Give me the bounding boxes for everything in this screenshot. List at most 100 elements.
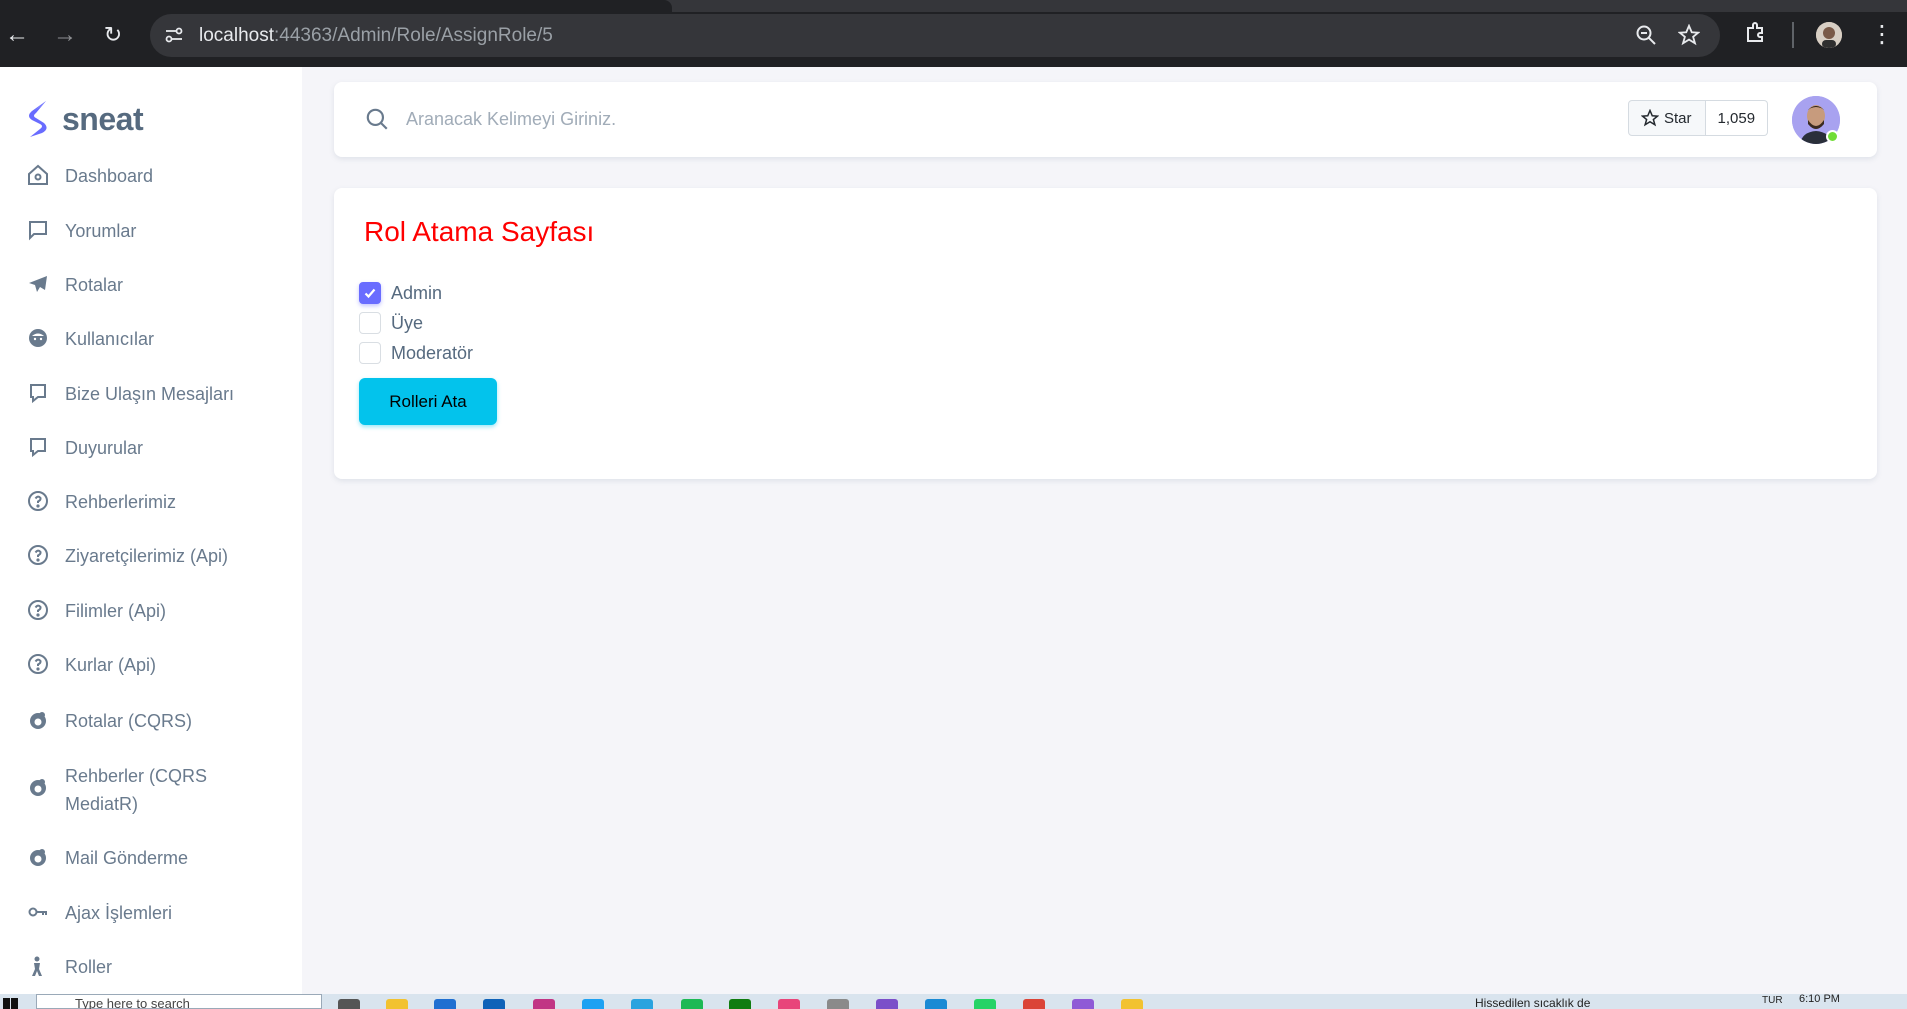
assign-roles-button[interactable]: Rolleri Ata (359, 378, 497, 425)
brand[interactable]: sneat (24, 99, 144, 139)
chrome-icon[interactable] (1023, 999, 1045, 1009)
help-circle-icon (28, 545, 48, 565)
key-icon (28, 907, 47, 917)
tab-strip (0, 0, 1907, 12)
app-icon[interactable] (778, 999, 800, 1009)
role-checkbox-uye[interactable] (359, 312, 381, 334)
help-circle-icon (28, 654, 48, 674)
notes-icon[interactable] (827, 999, 849, 1009)
sidebar-item-label: Roller (65, 957, 113, 977)
search-icon (366, 108, 388, 130)
visual-studio-icon[interactable] (876, 999, 898, 1009)
weather-widget[interactable]: Hissedilen sıcaklık de (1475, 996, 1590, 1009)
app-icon[interactable] (1121, 999, 1143, 1009)
assign-role-card: Rol Atama Sayfası Admin Üye Moderatör Ro… (334, 188, 1877, 479)
taskbar-search-placeholder: Type here to search (75, 996, 190, 1009)
github-star-widget: Star 1,059 (1628, 100, 1769, 136)
toolbar-divider (1792, 22, 1794, 48)
role-option-uye[interactable]: Üye (359, 311, 423, 335)
sidebar-item-label: Rehberlerimiz (65, 492, 177, 512)
github-star-label: Star (1664, 109, 1692, 127)
home-icon (28, 164, 48, 185)
user-face-icon (29, 329, 47, 347)
star-icon (1641, 109, 1659, 127)
zoom-icon[interactable] (1635, 24, 1657, 52)
profile-avatar[interactable] (1816, 22, 1842, 48)
xbox-icon[interactable] (729, 999, 751, 1009)
sidebar-item-rotalar-cqrs[interactable]: Rotalar (CQRS) (0, 707, 275, 735)
sidebar-item-label: Ajax İşlemleri (65, 903, 173, 923)
telegram-icon[interactable] (631, 999, 653, 1009)
sidebar-item-dashboard[interactable]: Dashboard (0, 162, 275, 190)
message-square-icon (30, 438, 46, 458)
help-circle-icon (28, 491, 48, 511)
role-label-moderator: Moderatör (391, 342, 474, 363)
role-label-admin: Admin (391, 282, 443, 303)
sidebar-item-label: Ziyaretçilerimiz (Api) (65, 546, 229, 566)
sidebar: sneat Dashboard Yorumlar Rotalar Kullanı… (0, 67, 302, 994)
role-checkbox-admin[interactable] (359, 282, 381, 304)
url-text[interactable]: localhost:44363/Admin/Role/AssignRole/5 (199, 25, 553, 47)
sidebar-item-rotalar[interactable]: Rotalar (0, 271, 275, 299)
spotify-icon[interactable] (681, 999, 703, 1009)
sidebar-item-label: Filimler (Api) (65, 601, 166, 621)
sidebar-item-yorumlar[interactable]: Yorumlar (0, 217, 275, 245)
twitter-icon[interactable] (582, 999, 604, 1009)
sneat-logo-icon (29, 101, 47, 137)
bookmark-star-icon[interactable] (1677, 23, 1701, 52)
instagram-icon[interactable] (533, 999, 555, 1009)
weather-text: Hissedilen sıcaklık de (1475, 996, 1591, 1009)
sidebar-item-label: Duyurular (65, 438, 144, 458)
online-status-indicator (1826, 130, 1839, 143)
more-menu-icon[interactable]: ⋮ (1870, 20, 1894, 49)
taskbar-search-input[interactable]: Type here to search (36, 994, 322, 1009)
search-input[interactable] (406, 102, 1306, 136)
brand-name: sneat (62, 100, 144, 137)
back-icon[interactable]: ← (2, 20, 32, 50)
visual-studio-icon[interactable] (1072, 999, 1094, 1009)
sidebar-item-label: Kullanıcılar (65, 329, 155, 349)
store-icon[interactable] (434, 999, 456, 1009)
top-navbar: Star 1,059 (334, 82, 1877, 157)
role-label-uye: Üye (391, 312, 424, 333)
comment-icon (29, 221, 47, 241)
page-title: Rol Atama Sayfası (364, 216, 595, 247)
outlook-icon[interactable] (483, 999, 505, 1009)
address-bar[interactable]: localhost:44363/Admin/Role/AssignRole/5 (150, 14, 1720, 57)
sidebar-item-kullanicilar[interactable]: Kullanıcılar (0, 325, 275, 353)
sidebar-item-label: Dashboard (65, 166, 154, 186)
sidebar-item-label: Rehberler (CQRS MediatR) (65, 766, 208, 814)
sidebar-item-mail-gonderme[interactable]: Mail Gönderme (0, 844, 275, 872)
file-explorer-icon[interactable] (386, 999, 408, 1009)
sidebar-item-filimler[interactable]: Filimler (Api) (0, 597, 275, 625)
clock[interactable]: 6:10 PM (1799, 994, 1840, 1005)
github-star-count[interactable]: 1,059 (1705, 100, 1769, 136)
plane-icon (29, 276, 47, 292)
sidebar-item-rehberlerimiz[interactable]: Rehberlerimiz (0, 488, 275, 516)
github-star-button[interactable]: Star (1628, 100, 1706, 136)
sidebar-item-ziyaretcilerimiz[interactable]: Ziyaretçilerimiz (Api) (0, 542, 275, 570)
sidebar-item-rehberler-cqrs[interactable]: Rehberler (CQRS MediatR) (0, 762, 275, 818)
sidebar-item-kurlar[interactable]: Kurlar (Api) (0, 651, 275, 679)
sidebar-item-label: Kurlar (Api) (65, 655, 157, 675)
role-option-moderator[interactable]: Moderatör (359, 341, 473, 365)
role-option-admin[interactable]: Admin (359, 281, 442, 305)
sidebar-item-ajax-islemleri[interactable]: Ajax İşlemleri (0, 899, 275, 927)
vscode-icon[interactable] (925, 999, 947, 1009)
whatsapp-icon[interactable] (974, 999, 996, 1009)
message-square-icon (30, 384, 46, 404)
sidebar-item-roller[interactable]: Roller (0, 953, 275, 981)
sidebar-item-bize-ulasin[interactable]: Bize Ulaşın Mesajları (0, 380, 275, 408)
site-info-icon[interactable] (164, 26, 186, 46)
language-indicator[interactable]: TUR (1762, 995, 1783, 1006)
sidebar-item-label: Mail Gönderme (65, 848, 189, 868)
task-view-icon[interactable] (338, 999, 360, 1009)
sidebar-item-duyurular[interactable]: Duyurular (0, 434, 275, 462)
windows-start-icon[interactable] (0, 994, 22, 1009)
forward-icon[interactable]: → (50, 20, 80, 50)
reload-icon[interactable]: ↻ (98, 20, 128, 50)
active-tab[interactable] (0, 0, 672, 12)
extensions-icon[interactable] (1744, 20, 1768, 50)
role-checkbox-moderator[interactable] (359, 342, 381, 364)
sidebar-item-label: Bize Ulaşın Mesajları (65, 384, 235, 404)
